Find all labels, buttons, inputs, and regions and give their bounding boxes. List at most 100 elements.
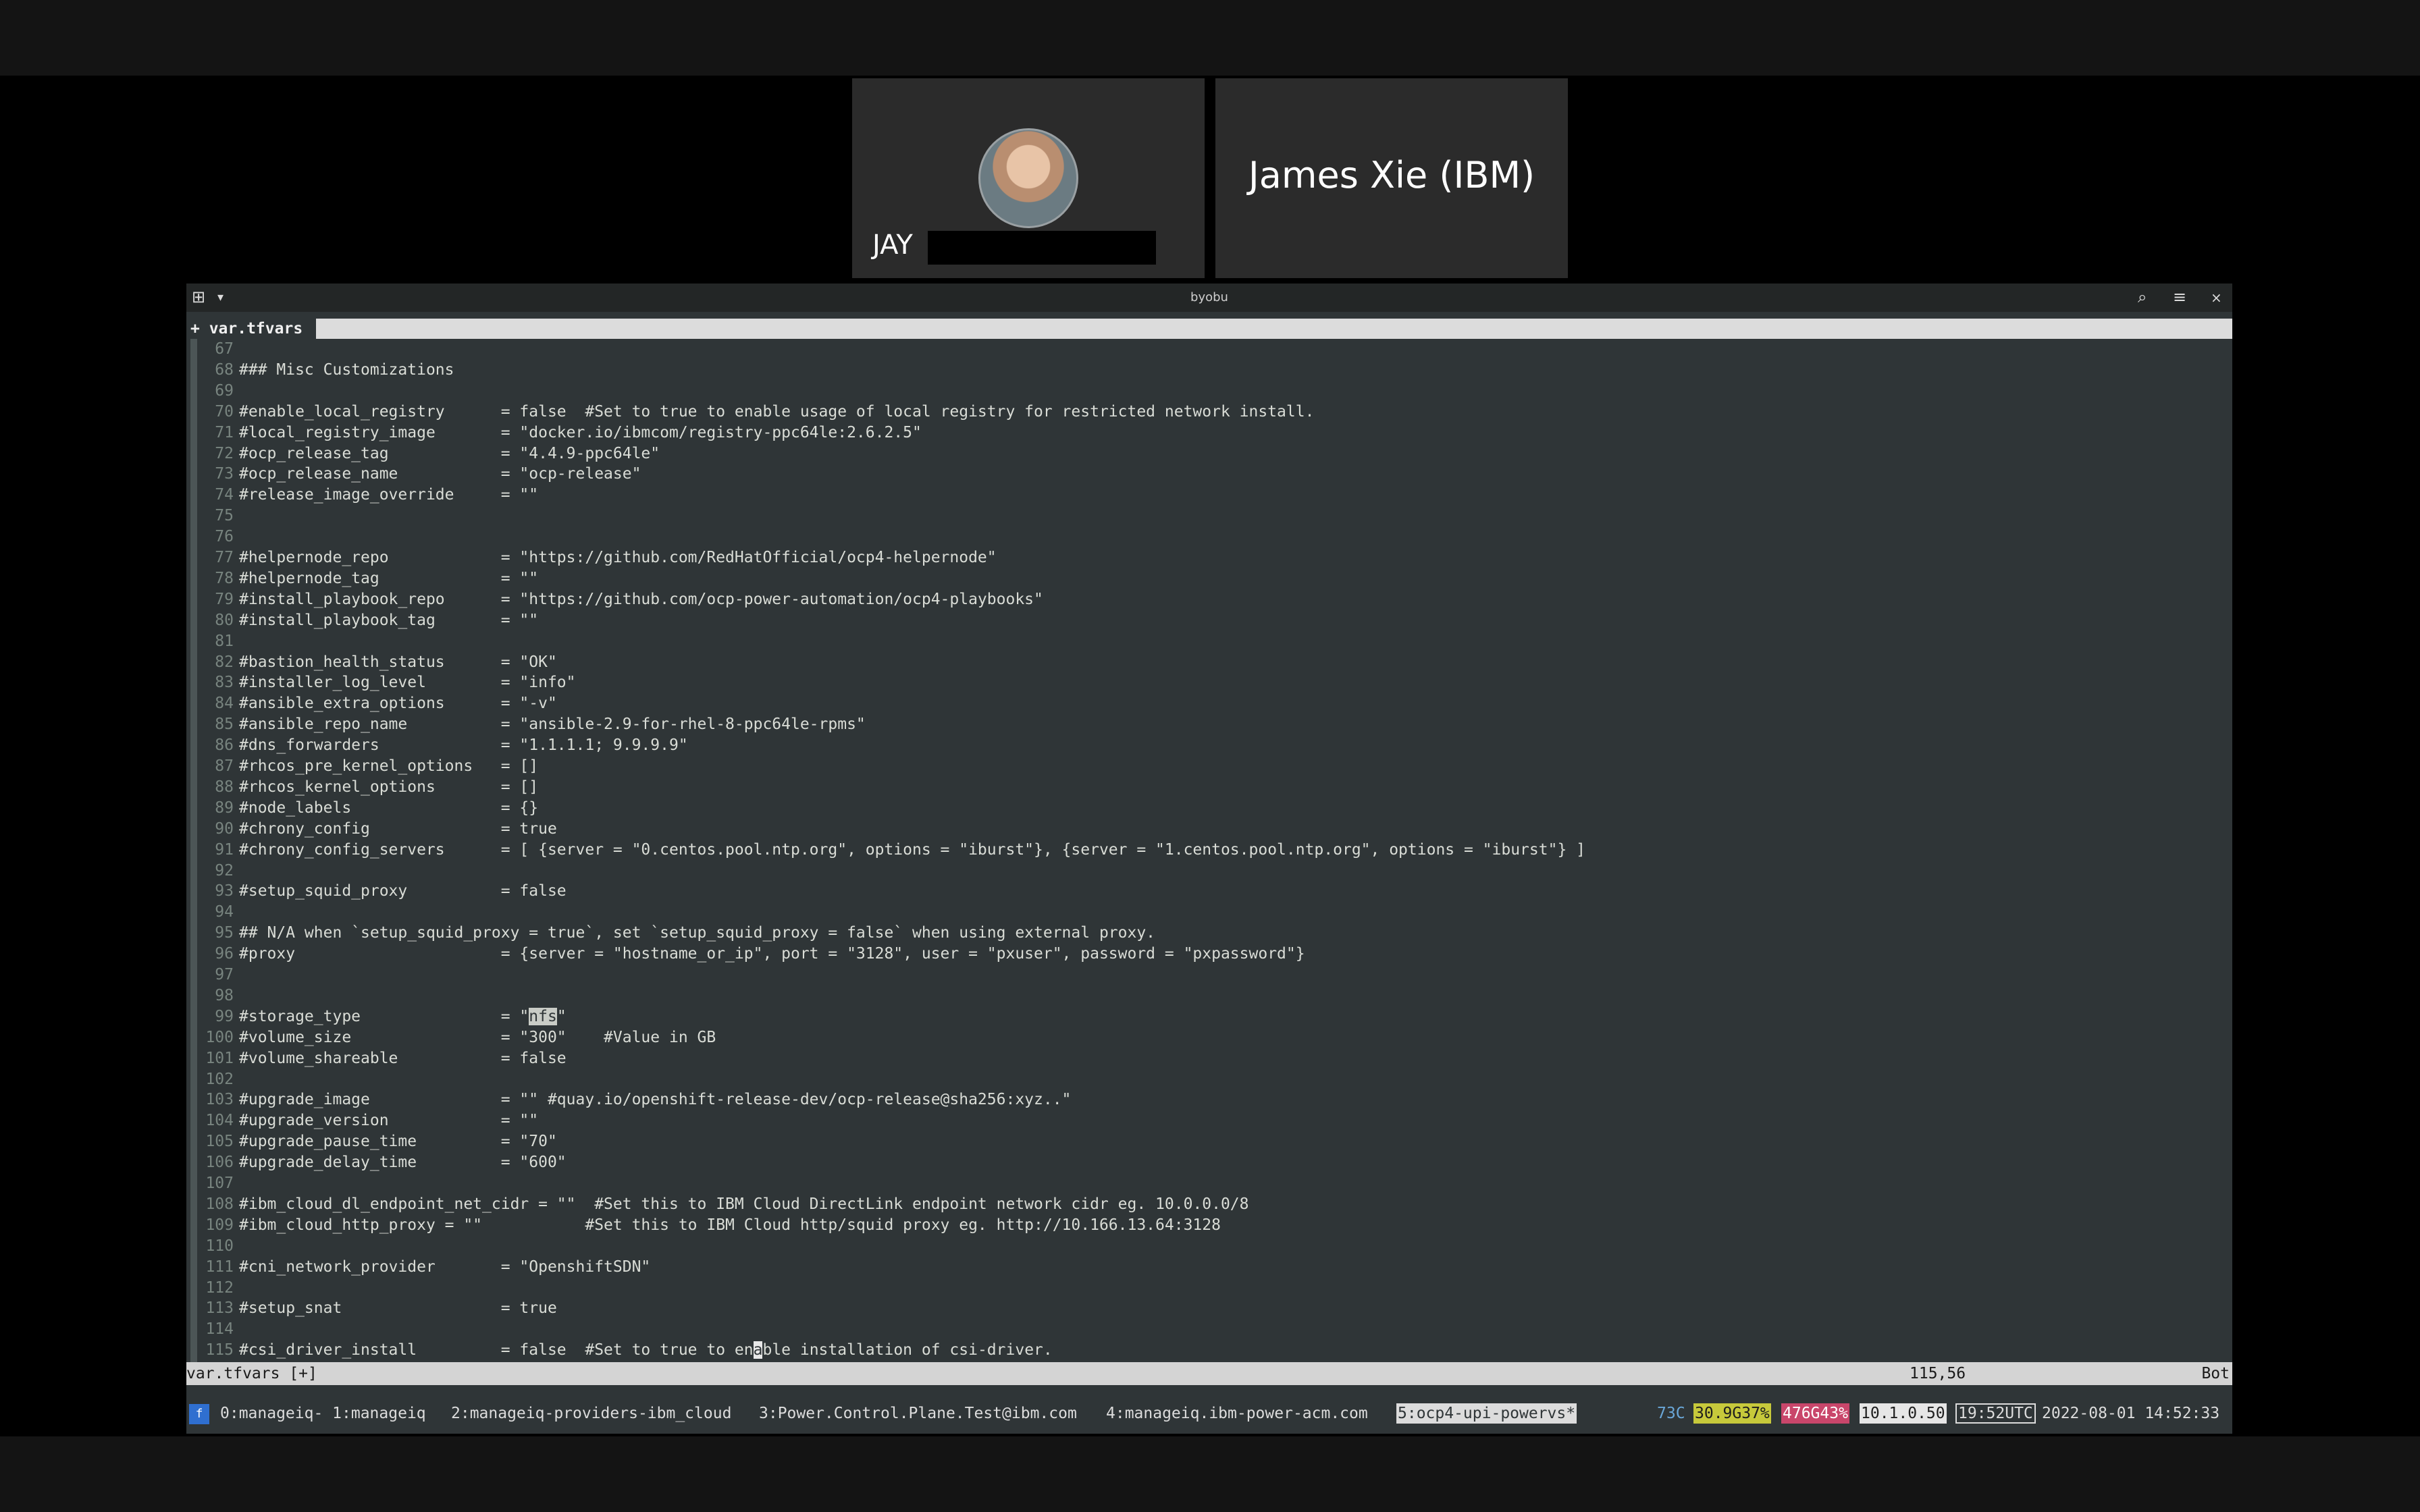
visual-selection: nfs — [529, 1008, 557, 1025]
code-line[interactable]: #volume_size = "300" #Value in GB — [239, 1029, 716, 1046]
redaction-box — [928, 231, 1156, 265]
byobu-window-active[interactable]: 5:ocp4-upi-powervs* — [1396, 1403, 1577, 1424]
line-number: 105 — [205, 1133, 234, 1150]
line-number: 87 — [215, 757, 234, 775]
code-line[interactable]: #helpernode_repo = "https://github.com/R… — [239, 549, 997, 566]
participant-tile-james[interactable]: James Xie (IBM) — [1215, 78, 1568, 278]
byobu-window-2[interactable]: 2:manageiq-providers-ibm_cloud — [451, 1399, 731, 1428]
code-line[interactable]: ## N/A when `setup_squid_proxy = true`, … — [239, 924, 1155, 942]
line-number: 104 — [205, 1112, 234, 1129]
line-number: 97 — [215, 966, 234, 983]
terminal-window[interactable]: ⊞ ▾ byobu ⌕ ≡ × + var.tfvars 67 68 ### Mis… — [186, 284, 2232, 1434]
line-number: 67 — [215, 340, 234, 358]
code-line[interactable]: #enable_local_registry = false #Set to t… — [239, 403, 1314, 421]
code-line[interactable]: #node_labels = {} — [239, 799, 538, 817]
vim-editor[interactable]: 67 68 ### Misc Customizations 69 70 #enable_l… — [186, 339, 2232, 1362]
line-number: 109 — [205, 1216, 234, 1234]
code-line[interactable]: #csi_driver_install = false #Set to true… — [239, 1341, 1053, 1359]
line-number: 73 — [215, 465, 234, 483]
code-line[interactable]: #upgrade_delay_time = "600" — [239, 1154, 567, 1171]
byobu-utc-time: 19:52UTC — [1955, 1403, 2036, 1424]
code-line[interactable]: #upgrade_image = "" #quay.io/openshift-r… — [239, 1091, 1071, 1108]
hamburger-icon[interactable]: ≡ — [2173, 288, 2186, 306]
line-number: 77 — [215, 549, 234, 566]
code-text: #helpernode_tag = "" — [239, 570, 539, 587]
meeting-top-band — [0, 0, 2420, 76]
code-line[interactable]: #rhcos_kernel_options = [] — [239, 778, 538, 796]
code-line[interactable]: #local_registry_image = "docker.io/ibmco… — [239, 424, 922, 441]
code-line[interactable]: #bastion_health_status = "OK" — [239, 653, 557, 671]
code-line[interactable]: #upgrade_pause_time = "70" — [239, 1133, 557, 1150]
code-text: ## N/A when `setup_squid_proxy = true`, … — [239, 924, 1156, 942]
line-number: 111 — [205, 1258, 234, 1276]
code-text: #upgrade_delay_time = "600" — [239, 1154, 567, 1171]
search-icon[interactable]: ⌕ — [2138, 288, 2147, 306]
code-line[interactable]: #upgrade_version = "" — [239, 1112, 538, 1129]
vim-tab-active[interactable]: + var.tfvars — [186, 319, 316, 339]
line-number: 83 — [215, 674, 234, 691]
code-line[interactable]: #proxy = {server = "hostname_or_ip", por… — [239, 945, 1305, 963]
code-line[interactable]: #cni_network_provider = "OpenshiftSDN" — [239, 1258, 650, 1276]
line-number: 86 — [215, 736, 234, 754]
code-line[interactable]: #volume_shareable = false — [239, 1050, 567, 1067]
byobu-temperature: 73C — [1657, 1405, 1685, 1422]
code-line[interactable]: #rhcos_pre_kernel_options = [] — [239, 757, 538, 775]
code-text: #helpernode_repo = "https://github.com/R… — [239, 549, 997, 566]
line-number: 110 — [205, 1237, 234, 1255]
code-text: #volume_size = "300" #Value in GB — [239, 1029, 716, 1046]
distro-logo-icon: f — [189, 1404, 209, 1424]
code-text: #rhcos_kernel_options = [] — [239, 778, 539, 796]
code-line[interactable]: #ocp_release_name = "ocp-release" — [239, 465, 641, 483]
line-number: 114 — [205, 1320, 234, 1338]
line-number: 96 — [215, 945, 234, 963]
code-line[interactable]: #ansible_repo_name = "ansible-2.9-for-rh… — [239, 716, 866, 733]
code-text: #volume_shareable = false — [239, 1050, 567, 1067]
code-line[interactable]: #chrony_config = true — [239, 820, 557, 838]
line-number: 78 — [215, 570, 234, 587]
code-line[interactable]: #ocp_release_tag = "4.4.9-ppc64le" — [239, 445, 660, 462]
byobu-status-bar: f 0:manageiq- 1:manageiq 2:manageiq-prov… — [186, 1399, 2232, 1428]
code-line[interactable]: #setup_snat = true — [239, 1299, 557, 1317]
code-line[interactable]: #dns_forwarders = "1.1.1.1; 9.9.9.9" — [239, 736, 688, 754]
byobu-window-0-1[interactable]: 0:manageiq- 1:manageiq — [220, 1399, 426, 1428]
line-number: 101 — [205, 1050, 234, 1067]
code-text: #rhcos_pre_kernel_options = [] — [239, 757, 539, 775]
participant-tile-jay[interactable]: JAY — [852, 78, 1205, 278]
code-line[interactable]: #storage_type = "nfs" — [239, 1008, 567, 1025]
code-line[interactable]: #ibm_cloud_http_proxy = "" #Set this to … — [239, 1216, 1221, 1234]
vim-tabline: + var.tfvars — [186, 319, 2232, 339]
line-number: 74 — [215, 486, 234, 504]
byobu-ip: 10.1.0.50 — [1860, 1403, 1947, 1424]
line-number: 70 — [215, 403, 234, 421]
code-text: #storage_type = " — [239, 1008, 529, 1025]
code-line[interactable]: #ansible_extra_options = "-v" — [239, 695, 557, 712]
code-text: #release_image_override = "" — [239, 486, 539, 504]
line-number: 79 — [215, 591, 234, 608]
byobu-window-3[interactable]: 3:Power.Control.Plane.Test@ibm.com — [759, 1399, 1077, 1428]
line-number: 82 — [215, 653, 234, 671]
code-text: #ibm_cloud_http_proxy = "" #Set this to … — [239, 1216, 1221, 1234]
code-text: #installer_log_level = "info" — [239, 674, 576, 691]
line-number: 91 — [215, 841, 234, 859]
code-line[interactable]: #setup_squid_proxy = false — [239, 882, 567, 900]
code-text: #setup_squid_proxy = false — [239, 882, 567, 900]
byobu-datetime: 2022-08-01 14:52:33 — [2042, 1405, 2220, 1422]
line-number: 72 — [215, 445, 234, 462]
code-line[interactable]: #helpernode_tag = "" — [239, 570, 538, 587]
code-line[interactable]: #install_playbook_tag = "" — [239, 612, 538, 629]
byobu-window-4[interactable]: 4:manageiq.ibm-power-acm.com — [1106, 1399, 1368, 1428]
close-icon[interactable]: × — [2211, 290, 2222, 306]
code-line[interactable]: ### Misc Customizations — [239, 361, 454, 379]
code-text: #proxy = {server = "hostname_or_ip", por… — [239, 945, 1305, 963]
code-line[interactable]: #chrony_config_servers = [ {server = "0.… — [239, 841, 1585, 859]
code-line[interactable]: #installer_log_level = "info" — [239, 674, 576, 691]
code-line[interactable]: #install_playbook_repo = "https://github… — [239, 591, 1043, 608]
line-number: 84 — [215, 695, 234, 712]
code-line[interactable]: #ibm_cloud_dl_endpoint_net_cidr = "" #Se… — [239, 1195, 1249, 1213]
code-line[interactable]: #release_image_override = "" — [239, 486, 538, 504]
line-number: 103 — [205, 1091, 234, 1108]
terminal-titlebar: ⊞ ▾ byobu ⌕ ≡ × — [186, 284, 2232, 312]
vim-status-file: var.tfvars [+] — [186, 1365, 317, 1382]
code-text: #install_playbook_repo = "https://github… — [239, 591, 1043, 608]
line-number: 94 — [215, 903, 234, 921]
